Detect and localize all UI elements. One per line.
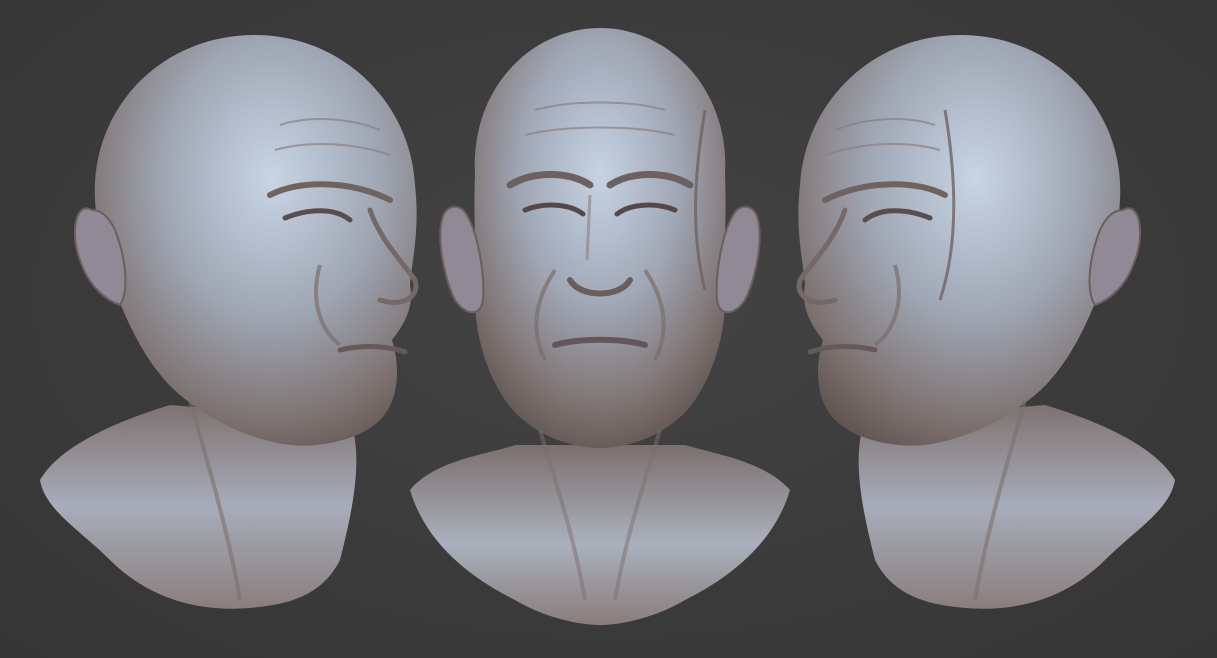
head-sculpt-three-quarter-right [785,0,1195,658]
render-canvas [0,0,1217,658]
head-sculpt-front-image [410,28,790,625]
head-sculpt-right-image [796,35,1175,609]
head-sculpt-front [405,0,795,658]
head-sculpt-left-image [40,35,419,609]
head-sculpt-three-quarter-left [20,0,430,658]
